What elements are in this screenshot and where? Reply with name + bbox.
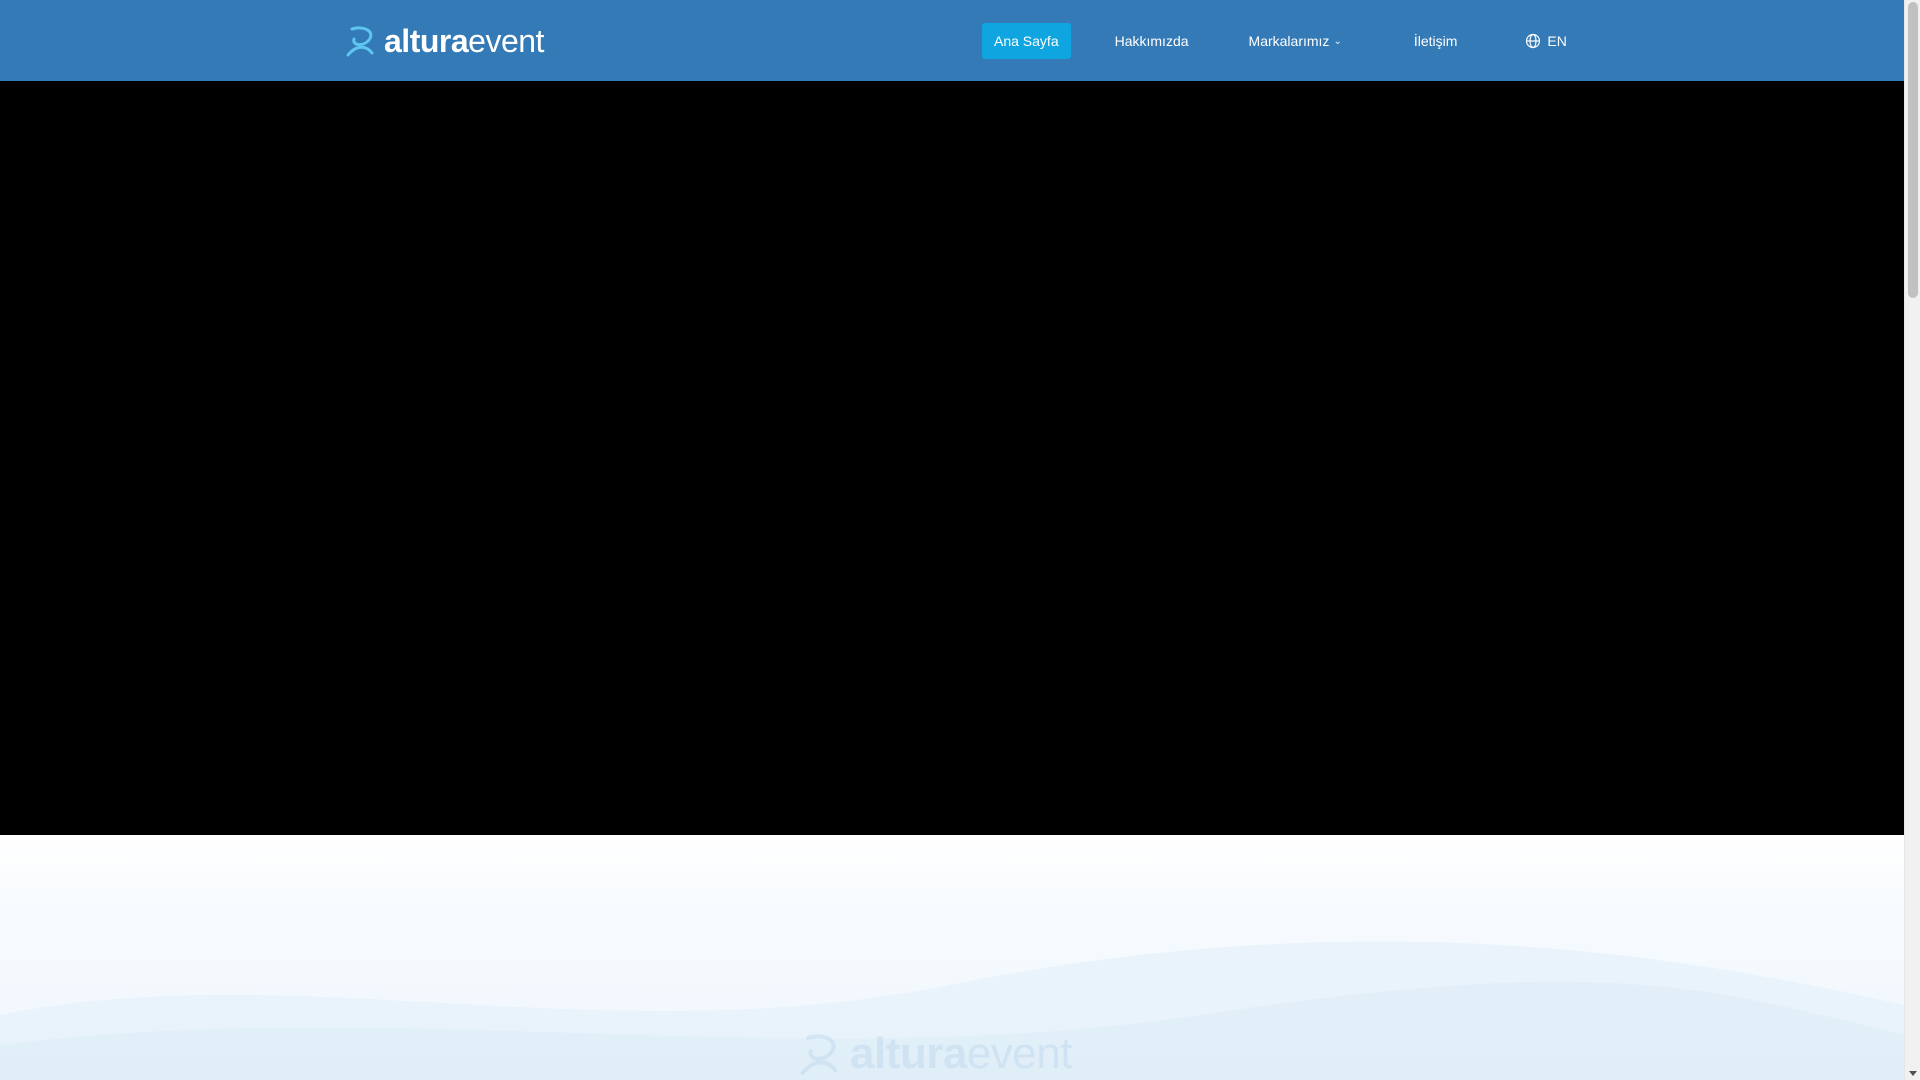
site-logo[interactable]: alturaevent bbox=[346, 21, 544, 61]
scroll-down-arrow-icon[interactable] bbox=[1909, 1071, 1917, 1076]
language-label: EN bbox=[1547, 33, 1567, 49]
nav-item-contact[interactable]: İletişim bbox=[1402, 23, 1470, 59]
nav-item-brands-label: Markalarımız bbox=[1248, 33, 1330, 49]
altura-logo-icon bbox=[800, 1034, 838, 1075]
nav-item-brands[interactable]: Markalarımız ⌄ bbox=[1237, 23, 1354, 59]
scrollbar-thumb[interactable] bbox=[1908, 2, 1918, 298]
section-logo-text: alturaevent bbox=[850, 1028, 1072, 1080]
nav-item-about[interactable]: Hakkımızda bbox=[1103, 23, 1201, 59]
logo-text-light: event bbox=[468, 23, 544, 59]
intro-section: alturaevent bbox=[0, 835, 1904, 1080]
main-nav: Ana Sayfa Hakkımızda Markalarımız ⌄ İlet… bbox=[982, 23, 1579, 59]
logo-text: alturaevent bbox=[384, 21, 544, 61]
altura-logo-icon bbox=[346, 26, 374, 57]
globe-icon bbox=[1526, 33, 1541, 49]
section-logo: alturaevent bbox=[800, 1028, 1072, 1080]
language-switcher[interactable]: EN bbox=[1513, 23, 1578, 59]
chevron-down-icon: ⌄ bbox=[1333, 36, 1342, 47]
logo-text-bold: altura bbox=[384, 23, 469, 59]
page: alturaevent Ana Sayfa Hakkımızda Markala… bbox=[0, 0, 1920, 1080]
nav-item-home[interactable]: Ana Sayfa bbox=[982, 23, 1071, 59]
page-scrollbar[interactable] bbox=[1904, 0, 1920, 1080]
site-header: alturaevent Ana Sayfa Hakkımızda Markala… bbox=[0, 0, 1904, 81]
hero-video[interactable] bbox=[0, 81, 1904, 835]
section-logo-light: event bbox=[966, 1029, 1073, 1078]
section-logo-bold: altura bbox=[850, 1029, 967, 1078]
